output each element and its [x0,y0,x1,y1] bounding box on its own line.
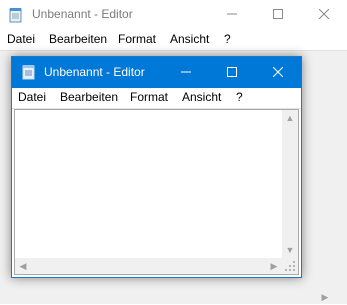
minimize-icon [181,66,191,80]
close-icon [272,66,284,80]
horizontal-scrollbar[interactable]: ◀ ▶ [15,258,282,274]
scroll-left-arrow-icon[interactable]: ◀ [15,258,31,274]
menu-format[interactable]: Format [118,32,156,46]
scroll-right-arrow-icon[interactable]: ▶ [317,289,333,305]
close-icon [318,8,330,22]
scroll-down-arrow-icon[interactable]: ▼ [282,242,298,258]
notepad-icon [21,64,37,83]
scroll-up-arrow-icon[interactable]: ▲ [282,110,298,126]
maximize-button[interactable] [209,57,255,88]
menu-ansicht[interactable]: Ansicht [170,32,209,46]
menu-format[interactable]: Format [130,90,168,104]
menu-datei[interactable]: Datei [7,32,35,46]
close-button[interactable] [301,0,347,30]
window-title: Unbenannt - Editor [32,7,133,21]
menubar: Datei Bearbeiten Format Ansicht ? [12,88,301,109]
window-title: Unbenannt - Editor [44,65,145,79]
scroll-right-arrow-icon[interactable]: ▶ [266,258,282,274]
menu-ansicht[interactable]: Ansicht [182,90,221,104]
vertical-scrollbar[interactable]: ▲ ▼ [282,110,298,258]
maximize-icon [227,66,237,80]
background-titlebar[interactable]: Unbenannt - Editor [0,0,347,30]
menu-bearbeiten[interactable]: Bearbeiten [60,90,118,104]
maximize-icon [273,8,283,22]
maximize-button[interactable] [255,0,301,30]
minimize-button[interactable] [163,57,209,88]
size-grip-icon[interactable] [282,258,298,274]
menubar: Datei Bearbeiten Format Ansicht ? [0,30,347,51]
text-editor-area[interactable]: ▲ ▼ ◀ ▶ [14,109,299,275]
horizontal-scrollbar[interactable]: ▶ [0,291,347,304]
minimize-icon [227,8,237,22]
menu-help[interactable]: ? [236,90,243,104]
menu-datei[interactable]: Datei [18,90,46,104]
menu-help[interactable]: ? [224,32,231,46]
foreground-titlebar[interactable]: Unbenannt - Editor [12,57,301,88]
minimize-button[interactable] [209,0,255,30]
close-button[interactable] [255,57,301,88]
foreground-editor-window: Unbenannt - Editor Datei Bearbeiten Form… [11,56,302,278]
menu-bearbeiten[interactable]: Bearbeiten [49,32,107,46]
notepad-icon [8,7,24,26]
